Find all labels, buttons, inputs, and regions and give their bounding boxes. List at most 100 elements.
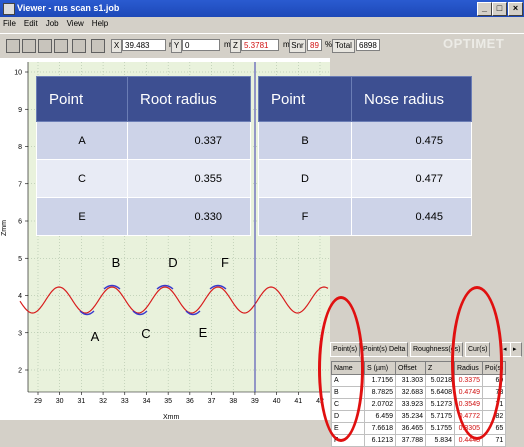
cell-s: 8.7825 (364, 386, 396, 399)
save-all-icon[interactable] (38, 39, 52, 53)
minimize-button[interactable]: _ (477, 2, 492, 16)
cell-offset: 31.303 (395, 374, 426, 387)
grid-col-s[interactable]: S (µm) (364, 361, 396, 375)
print-icon[interactable] (54, 39, 68, 53)
y-tick-label: 9 (18, 107, 22, 114)
menu-bar: File Edit Job View Help (0, 18, 524, 32)
nose-radius-value: 0.477 (351, 159, 472, 198)
x-tick-label: 38 (229, 398, 237, 405)
menu-edit[interactable]: Edit (20, 18, 42, 28)
title-bar: Viewer - rus scan s1.job _ □ × (0, 0, 524, 17)
cell-z: 5.6408 (425, 386, 455, 399)
highlight-ellipse-names (318, 296, 364, 442)
highlight-ellipse-radius (451, 286, 503, 440)
x-tick-label: 32 (99, 398, 107, 405)
y-tick-label: 7 (18, 181, 22, 188)
cell-points: 71 (481, 434, 507, 447)
cell-z: 5.7175 (425, 410, 455, 423)
close-button[interactable]: × (508, 2, 523, 16)
x-tick-label: 34 (143, 398, 151, 405)
undo-icon[interactable] (91, 39, 105, 53)
y-tick-label: 8 (18, 144, 22, 151)
nose-radius-table: Point Nose radius B 0.475 D 0.477 F 0.445 (258, 76, 472, 236)
y-tick-label: 3 (18, 330, 22, 337)
nose-radius-value: 0.445 (351, 197, 472, 236)
cell-s: 6.1213 (364, 434, 396, 447)
y-tick-label: 4 (18, 293, 22, 300)
nose-point: D (258, 159, 352, 198)
y-axis-title: Zmm (1, 220, 8, 236)
cell-z: 5.1755 (425, 422, 455, 435)
nose-table-header-radius: Nose radius (351, 76, 472, 122)
cell-offset: 35.234 (395, 410, 426, 423)
x-label: X (111, 39, 122, 53)
cell-s: 6.459 (364, 410, 396, 423)
y-tick-label: 2 (18, 368, 22, 375)
root-radius-value: 0.330 (127, 197, 251, 236)
cell-offset: 37.788 (395, 434, 426, 447)
menu-file[interactable]: File (0, 18, 20, 28)
point-label: A (91, 329, 100, 344)
grid-col-offset[interactable]: Offset (395, 361, 426, 375)
menu-job[interactable]: Job (42, 18, 63, 28)
open-icon[interactable] (6, 39, 20, 53)
maximize-button[interactable]: □ (492, 2, 507, 16)
x-input[interactable]: 39.483 (122, 39, 166, 51)
menu-view[interactable]: View (63, 18, 88, 28)
root-table-header-point: Point (36, 76, 128, 122)
point-label: C (141, 326, 150, 341)
root-radius-value: 0.337 (127, 121, 251, 160)
z-input[interactable]: 5.3781 (241, 39, 279, 51)
nose-table-header-point: Point (258, 76, 352, 122)
root-point: C (36, 159, 128, 198)
root-point: A (36, 121, 128, 160)
x-tick-label: 35 (164, 398, 172, 405)
root-radius-value: 0.355 (127, 159, 251, 198)
cell-offset: 32.683 (395, 386, 426, 399)
snr-input[interactable]: 89 (307, 39, 322, 51)
x-tick-label: 29 (34, 398, 42, 405)
x-tick-label: 40 (273, 398, 281, 405)
x-tick-label: 33 (121, 398, 129, 405)
cell-offset: 36.465 (395, 422, 426, 435)
y-label: Y (171, 39, 182, 53)
nose-point: F (258, 197, 352, 236)
total-input[interactable]: 6898 (356, 39, 380, 51)
x-axis-title: Xmm (163, 414, 180, 421)
nose-radius-value: 0.475 (351, 121, 472, 160)
cell-z: 5.834 (425, 434, 455, 447)
app-icon (3, 3, 15, 15)
z-label: Z (230, 39, 241, 53)
nose-point: B (258, 121, 352, 160)
y-tick-label: 6 (18, 219, 22, 226)
viewer-window: Viewer - rus scan s1.job _ □ × File Edit J… (0, 0, 524, 447)
point-label: D (168, 255, 177, 270)
point-label: B (112, 255, 121, 270)
cell-s: 7.6618 (364, 422, 396, 435)
x-tick-label: 30 (56, 398, 64, 405)
menu-help[interactable]: Help (88, 18, 112, 28)
root-point: E (36, 197, 128, 236)
optimet-logo: OPTIMET (443, 36, 505, 51)
plot-panel: 10 9 8 7 6 5 4 3 2 29 30 31 32 33 34 35 36 37 38 39 40 41 42 … (0, 58, 524, 447)
x-tick-label: 41 (294, 398, 302, 405)
tab-points-delta[interactable]: Point(s) Delta (360, 342, 409, 357)
y-tick-label: 10 (14, 70, 22, 77)
cell-s: 1.7156 (364, 374, 396, 387)
y-tick-label: 5 (18, 256, 22, 263)
root-radius-table: Point Root radius A 0.337 C 0.355 E 0.330 (36, 76, 251, 236)
cell-s: 2.0702 (364, 398, 396, 411)
point-label: F (221, 255, 229, 270)
y-input[interactable]: 0 (182, 39, 220, 51)
root-table-header-radius: Root radius (127, 76, 251, 122)
snr-label: Snr (289, 39, 306, 53)
point-label: E (199, 325, 208, 340)
total-label: Total (332, 39, 355, 53)
export-icon[interactable] (72, 39, 86, 53)
cell-offset: 33.923 (395, 398, 426, 411)
x-tick-label: 39 (251, 398, 259, 405)
tab-scroll-right-icon[interactable]: ▸ (510, 342, 522, 357)
cell-z: 5.1273 (425, 398, 455, 411)
x-tick-label: 36 (186, 398, 194, 405)
save-icon[interactable] (22, 39, 36, 53)
